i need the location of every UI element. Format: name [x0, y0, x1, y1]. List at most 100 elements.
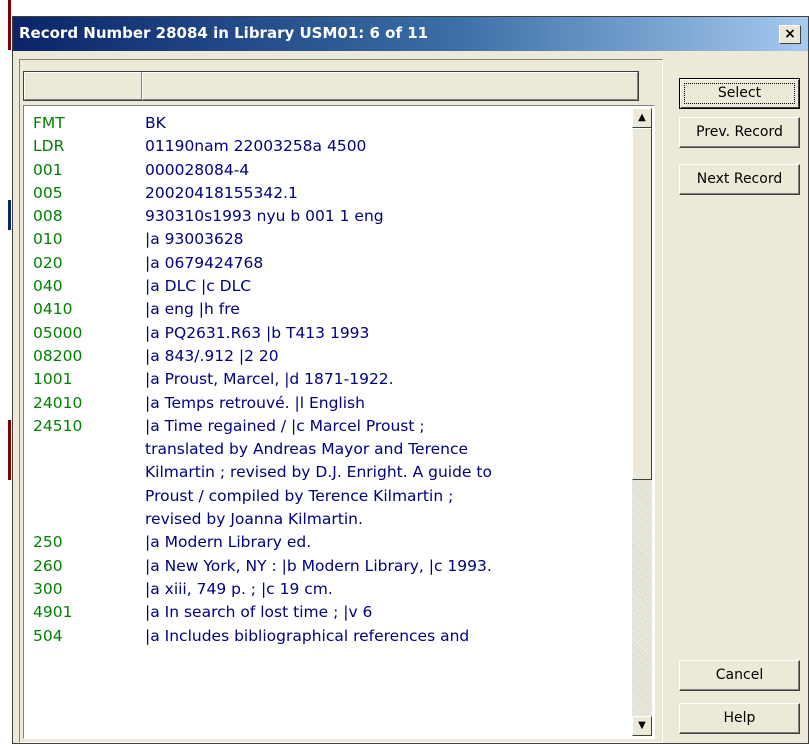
field-value-line: Kilmartin ; revised by D.J. Enright. A g…: [145, 463, 492, 482]
field-value: BK: [145, 112, 630, 135]
field-tag: 4901: [33, 603, 73, 622]
record-rows: FMT BK LDR 01190nam 22003258a 4500 001 000028…: [24, 112, 630, 648]
field-value: |a 843/.912 |2 20: [145, 345, 630, 368]
field-value: |a Includes bibliographical references a…: [145, 625, 630, 648]
field-value: |a Proust, Marcel, |d 1871-1922.: [145, 368, 630, 391]
close-icon: ×: [784, 26, 796, 42]
field-tag: 008: [33, 207, 63, 226]
field-tag: 020: [33, 253, 63, 272]
close-button[interactable]: ×: [779, 25, 801, 44]
triangle-down-icon: ▼: [638, 720, 646, 731]
field-value-line: 930310s1993 nyu b 001 1 eng: [145, 207, 384, 226]
record-row[interactable]: 24510 |a Time regained / |c Marcel Proust…: [24, 415, 630, 531]
cancel-button[interactable]: Cancel: [679, 660, 800, 691]
field-value-line: |a In search of lost time ; |v 6: [145, 603, 373, 622]
title-bar[interactable]: Record Number 28084 in Library USM01: 6 …: [13, 17, 808, 51]
field-value: |a PQ2631.R63 |b T413 1993: [145, 322, 630, 345]
background-mark: [8, 200, 11, 230]
field-value-line: |a Proust, Marcel, |d 1871-1922.: [145, 370, 394, 389]
record-row[interactable]: 005 20020418155342.1: [24, 182, 630, 205]
vertical-scrollbar[interactable]: ▲ ▼: [632, 108, 652, 736]
next-record-button[interactable]: Next Record: [679, 164, 800, 195]
field-value: 01190nam 22003258a 4500: [145, 135, 630, 158]
record-row[interactable]: LDR 01190nam 22003258a 4500: [24, 135, 630, 158]
scroll-up-button[interactable]: ▲: [632, 108, 652, 128]
field-tag: 300: [33, 579, 63, 598]
record-row[interactable]: 05000 |a PQ2631.R63 |b T413 1993: [24, 322, 630, 345]
field-value-line: BK: [145, 114, 166, 132]
record-row[interactable]: 0410 |a eng |h fre: [24, 298, 630, 321]
record-row[interactable]: 260 |a New York, NY : |b Modern Library, …: [24, 555, 630, 578]
field-value-line: 20020418155342.1: [145, 183, 298, 202]
select-button-label: Select: [717, 85, 762, 101]
field-value: |a eng |h fre: [145, 298, 630, 321]
field-value: |a In search of lost time ; |v 6: [145, 601, 630, 624]
record-row[interactable]: 010 |a 93003628: [24, 228, 630, 251]
prev-record-button-label: Prev. Record: [696, 124, 783, 140]
help-button-label: Help: [723, 710, 756, 726]
field-value-line: 000028084-4: [145, 160, 250, 179]
column-header-tag[interactable]: [24, 72, 142, 100]
record-row[interactable]: 504 |a Includes bibliographical reference…: [24, 625, 630, 648]
field-value-line: |a 843/.912 |2 20: [145, 346, 279, 365]
record-dialog: Record Number 28084 in Library USM01: 6 …: [12, 16, 809, 744]
field-tag: 250: [33, 533, 63, 552]
field-tag: 24010: [33, 393, 83, 412]
record-row[interactable]: 040 |a DLC |c DLC: [24, 275, 630, 298]
field-value: 000028084-4: [145, 159, 630, 182]
field-tag: 010: [33, 230, 63, 249]
field-tag: LDR: [33, 137, 65, 156]
next-record-button-label: Next Record: [696, 171, 783, 187]
field-value-line: |a DLC |c DLC: [145, 277, 252, 296]
cancel-button-label: Cancel: [715, 667, 764, 683]
field-value-line: 01190nam 22003258a 4500: [145, 137, 367, 156]
record-row[interactable]: 008 930310s1993 nyu b 001 1 eng: [24, 205, 630, 228]
field-tag: 260: [33, 556, 63, 575]
field-value-line: |a Includes bibliographical references a…: [145, 626, 470, 645]
field-value: |a DLC |c DLC: [145, 275, 630, 298]
background-mark: [8, 0, 11, 50]
record-row[interactable]: 08200 |a 843/.912 |2 20: [24, 345, 630, 368]
help-button[interactable]: Help: [679, 703, 800, 734]
field-value-line: |a New York, NY : |b Modern Library, |c …: [145, 556, 492, 575]
field-tag: 001: [33, 160, 63, 179]
field-tag: 24510: [33, 416, 83, 435]
field-tag: 005: [33, 183, 63, 202]
background-mark: [8, 420, 11, 480]
field-value-line: |a Temps retrouvé. |l English: [145, 393, 365, 412]
field-value: 20020418155342.1: [145, 182, 630, 205]
record-row[interactable]: 300 |a xiii, 749 p. ; |c 19 cm.: [24, 578, 630, 601]
record-row[interactable]: 4901 |a In search of lost time ; |v 6: [24, 601, 630, 624]
field-value-line: translated by Andreas Mayor and Terence: [145, 440, 469, 459]
scroll-thumb[interactable]: [632, 128, 652, 480]
column-header: [23, 71, 639, 101]
field-value: |a 0679424768: [145, 252, 630, 275]
scroll-down-button[interactable]: ▼: [632, 716, 652, 736]
field-tag: 0410: [33, 300, 73, 319]
record-row[interactable]: 1001 |a Proust, Marcel, |d 1871-1922.: [24, 368, 630, 391]
field-value: |a Temps retrouvé. |l English: [145, 392, 630, 415]
field-value-line: |a Time regained / |c Marcel Proust ;: [145, 416, 425, 435]
field-value-line: revised by Joanna Kilmartin.: [145, 510, 363, 529]
record-row[interactable]: 020 |a 0679424768: [24, 252, 630, 275]
triangle-up-icon: ▲: [638, 112, 646, 123]
window-title: Record Number 28084 in Library USM01: 6 …: [19, 24, 429, 42]
prev-record-button[interactable]: Prev. Record: [679, 117, 800, 148]
record-row[interactable]: 24010 |a Temps retrouvé. |l English: [24, 392, 630, 415]
record-row[interactable]: FMT BK: [24, 112, 630, 135]
record-row[interactable]: 001 000028084-4: [24, 159, 630, 182]
field-value: 930310s1993 nyu b 001 1 eng: [145, 205, 630, 228]
field-tag: 05000: [33, 323, 83, 342]
field-tag: 504: [33, 626, 63, 645]
record-row[interactable]: 250 |a Modern Library ed.: [24, 531, 630, 554]
field-tag: 040: [33, 277, 63, 296]
field-tag: FMT: [33, 114, 65, 132]
record-list[interactable]: FMT BK LDR 01190nam 22003258a 4500 001 000028…: [23, 105, 655, 739]
field-value-line: Proust / compiled by Terence Kilmartin ;: [145, 486, 454, 505]
field-value: |a Time regained / |c Marcel Proust ; tra…: [145, 415, 630, 531]
select-button[interactable]: Select: [679, 78, 800, 109]
column-header-value[interactable]: [142, 72, 638, 100]
field-tag: 08200: [33, 346, 83, 365]
field-value-line: |a 0679424768: [145, 253, 264, 272]
field-tag: 1001: [33, 370, 73, 389]
